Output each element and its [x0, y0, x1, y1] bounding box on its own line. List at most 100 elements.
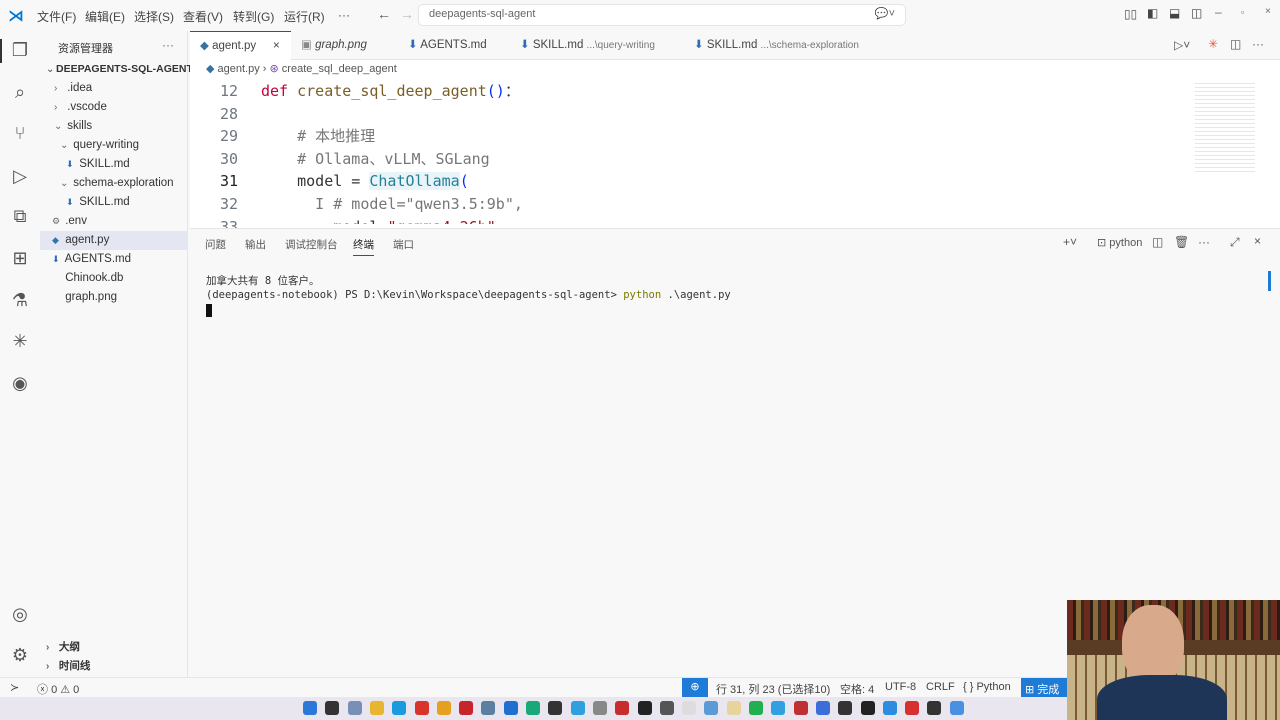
toggle-secondary-sidebar-icon[interactable]: ◫ — [1191, 6, 1202, 20]
settings-gear-icon[interactable]: ⚙ — [8, 643, 32, 667]
tab-agent-py[interactable]: ◆ agent.py × — [190, 31, 291, 60]
close-tab-icon[interactable]: × — [273, 32, 280, 61]
remote-explorer-icon[interactable]: ⧉ — [8, 204, 32, 228]
tab-graph-png[interactable]: ▣ graph.png — [291, 31, 367, 60]
explorer-more-button[interactable]: ··· — [162, 38, 174, 52]
taskbar-app-icon[interactable] — [927, 701, 942, 715]
panel-tab-terminal[interactable]: 终端 — [353, 237, 374, 256]
tree-item-agents-md[interactable]: ⬇ AGENTS.md — [40, 250, 188, 269]
panel-more-icon[interactable]: ··· — [1198, 235, 1210, 249]
tree-item-skills[interactable]: ⌄ skills — [40, 117, 188, 136]
problems-indicator[interactable]: ⓧ 0 ⚠ 0 — [37, 681, 79, 697]
menu-more[interactable]: ··· — [338, 8, 350, 22]
taskbar-app-icon[interactable] — [369, 701, 384, 715]
search-icon[interactable]: ⌕ — [8, 80, 32, 104]
taskbar-app-icon[interactable] — [905, 701, 920, 715]
timeline-section[interactable]: › 时间线 — [40, 657, 188, 676]
taskbar-app-icon[interactable] — [436, 701, 451, 715]
extensions-icon[interactable]: ⊞ — [8, 246, 32, 270]
taskbar-app-icon[interactable] — [548, 701, 563, 715]
taskbar-app-icon[interactable] — [615, 701, 630, 715]
testing-icon[interactable]: ⚗ — [8, 288, 32, 312]
restore-icon[interactable]: ▫ — [1241, 7, 1244, 17]
new-terminal-icon[interactable]: +˅ — [1063, 235, 1077, 249]
split-editor-icon[interactable]: ◫ — [1230, 37, 1241, 51]
minimap[interactable] — [1195, 80, 1255, 175]
tree-item-agent-py[interactable]: ◆ agent.py — [40, 231, 188, 250]
run-icon[interactable]: ▷˅ — [1174, 38, 1190, 52]
forward-arrow-icon[interactable]: → — [400, 6, 414, 22]
tree-item-env[interactable]: ⚙ .env — [40, 212, 188, 231]
tab-skill-schema-exploration[interactable]: ⬇ SKILL.md ...\schema-exploration — [684, 31, 859, 60]
taskbar-app-icon[interactable] — [503, 701, 518, 715]
taskbar-app-icon[interactable] — [793, 701, 808, 715]
breadcrumb-symbol[interactable]: create_sql_deep_agent — [282, 63, 397, 75]
panel-tab-output[interactable]: 输出 — [245, 237, 266, 252]
tree-item-idea[interactable]: › .idea — [40, 79, 188, 98]
tree-item-query-writing[interactable]: ⌄ query-writing — [40, 136, 188, 155]
tree-item-skill-md[interactable]: ⬇ SKILL.md — [40, 193, 188, 212]
taskbar-app-icon[interactable] — [592, 701, 607, 715]
toggle-sidebar-icon[interactable]: ◧ — [1147, 6, 1158, 20]
more-actions-icon[interactable]: ··· — [1252, 37, 1264, 51]
tab-agents-md[interactable]: ⬇ AGENTS.md — [398, 31, 487, 60]
taskbar-app-icon[interactable] — [704, 701, 719, 715]
outline-section[interactable]: › 大纲 — [40, 638, 188, 657]
close-window-icon[interactable]: × — [1265, 6, 1271, 17]
taskbar-app-icon[interactable] — [838, 701, 853, 715]
taskbar-app-icon[interactable] — [682, 701, 697, 715]
menu-edit[interactable]: 编辑(E) — [85, 8, 125, 25]
indentation[interactable]: 空格: 4 — [840, 681, 874, 697]
breadcrumb-file[interactable]: agent.py — [218, 63, 260, 75]
taskbar-app-icon[interactable] — [949, 701, 964, 715]
encoding[interactable]: UTF-8 — [885, 681, 916, 693]
cursor-position[interactable]: 行 31, 列 23 (已选择10) — [716, 681, 830, 697]
maximize-panel-icon[interactable]: ⤢ — [1230, 235, 1240, 250]
kill-terminal-icon[interactable]: 🗑 — [1174, 235, 1189, 249]
menu-file[interactable]: 文件(F) — [37, 8, 76, 25]
tab-skill-query-writing[interactable]: ⬇ SKILL.md ...\query-writing — [510, 31, 655, 60]
tree-item-graph-png[interactable]: graph.png — [40, 288, 188, 307]
menu-selection[interactable]: 选择(S) — [134, 8, 174, 25]
taskbar-app-icon[interactable] — [325, 701, 340, 715]
command-center-search[interactable]: deepagents-sql-agent 💬˅ — [418, 4, 906, 26]
asterisk-extension-icon[interactable]: ✳ — [8, 329, 32, 353]
python-icon[interactable]: ◉ — [8, 371, 32, 395]
taskbar-app-icon[interactable] — [882, 701, 897, 715]
menu-run[interactable]: 运行(R) — [284, 8, 325, 25]
panel-tab-ports[interactable]: 端口 — [393, 237, 414, 252]
line-ending[interactable]: CRLF — [926, 681, 955, 693]
minimize-icon[interactable]: – — [1215, 5, 1222, 19]
run-debug-icon[interactable]: ▷ — [8, 164, 32, 188]
taskbar-app-icon[interactable] — [459, 701, 474, 715]
toggle-panel-icon[interactable]: ⬓ — [1169, 6, 1180, 20]
taskbar-app-icon[interactable] — [637, 701, 652, 715]
panel-tab-debug-console[interactable]: 调试控制台 — [285, 237, 338, 252]
taskbar-app-icon[interactable] — [659, 701, 674, 715]
done-status[interactable]: ⊞ 完成 — [1021, 678, 1067, 697]
taskbar-app-icon[interactable] — [815, 701, 830, 715]
taskbar-app-icon[interactable] — [570, 701, 585, 715]
taskbar-app-icon[interactable] — [771, 701, 786, 715]
taskbar-app-icon[interactable] — [749, 701, 763, 715]
taskbar-app-icon[interactable] — [860, 701, 875, 715]
language-mode[interactable]: { } Python — [963, 681, 1011, 693]
workspace-root[interactable]: ⌄ DEEPAGENTS-SQL-AGENT — [40, 60, 193, 79]
explorer-icon[interactable]: ❐ — [8, 38, 32, 62]
taskbar-app-icon[interactable] — [726, 701, 741, 715]
taskbar-app-icon[interactable] — [481, 701, 496, 715]
close-panel-icon[interactable]: × — [1254, 234, 1261, 248]
tree-item-chinook-db[interactable]: Chinook.db — [40, 269, 188, 288]
taskbar-app-icon[interactable] — [347, 701, 362, 715]
taskbar-app-icon[interactable] — [303, 701, 317, 715]
terminal-shell-selector[interactable]: ⊡ python — [1097, 236, 1142, 249]
tree-item-skill-md[interactable]: ⬇ SKILL.md — [40, 155, 188, 174]
menu-view[interactable]: 查看(V) — [183, 8, 223, 25]
asterisk-icon[interactable]: ✳ — [1208, 37, 1218, 51]
taskbar-app-icon[interactable] — [414, 701, 429, 715]
code-editor[interactable]: ◆ agent.py › ⊛ create_sql_deep_agent 12 d… — [190, 60, 1280, 236]
taskbar-app-icon[interactable] — [392, 701, 407, 715]
layout-customize-icon[interactable]: ▯▯ — [1124, 7, 1137, 21]
account-icon[interactable]: ◎ — [8, 602, 32, 626]
remote-icon[interactable]: ≻ — [10, 681, 19, 694]
